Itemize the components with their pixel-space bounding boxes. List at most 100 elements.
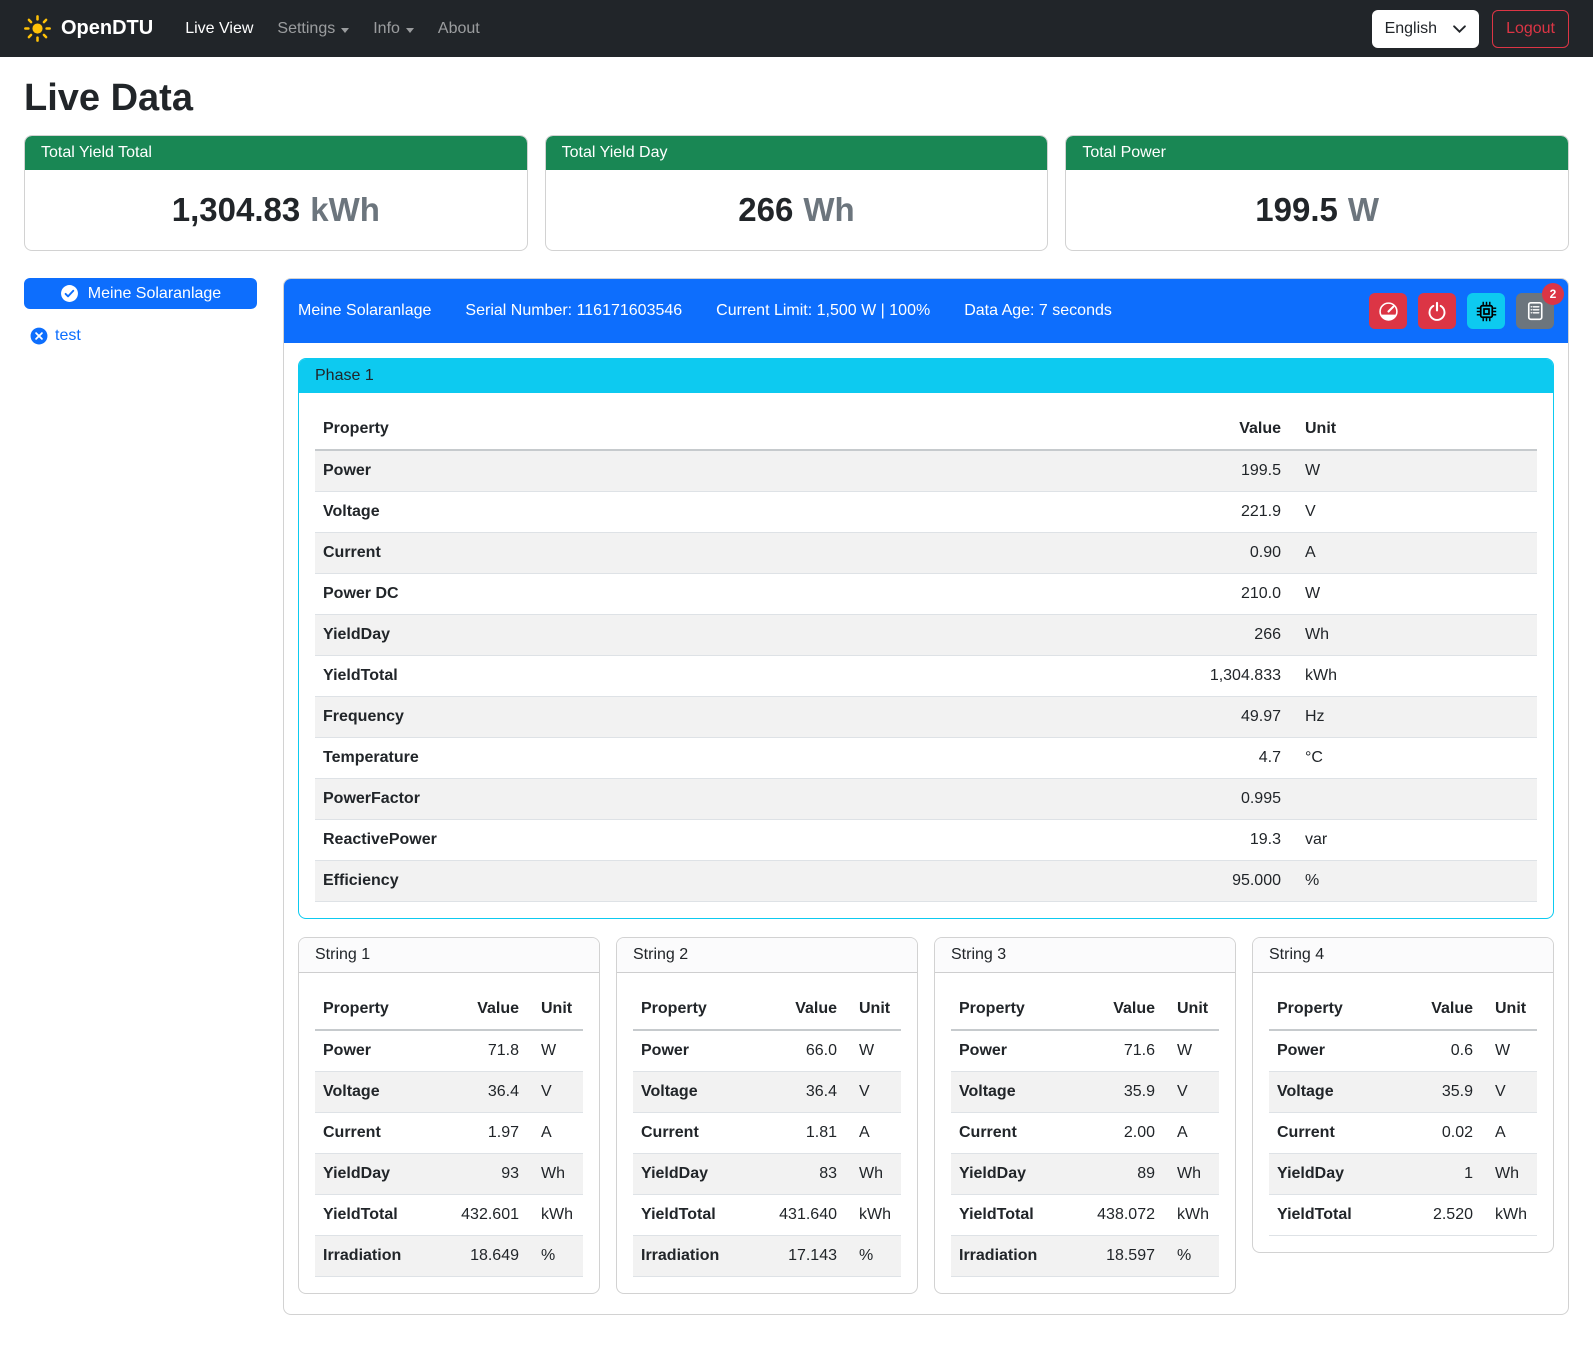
unit-cell: kWh [533, 1195, 583, 1236]
summary-value: 266 [738, 191, 793, 229]
unit-cell: V [1297, 492, 1537, 533]
table-row: Power199.5W [315, 450, 1537, 492]
table-row: PowerFactor0.995 [315, 779, 1537, 820]
value-cell: 2.00 [1069, 1113, 1169, 1154]
column-header: Value [751, 989, 851, 1030]
inverter-data-age: Data Age: 7 seconds [964, 302, 1112, 320]
value-cell: 2.520 [1397, 1195, 1487, 1236]
value-cell: 0.995 [1167, 779, 1297, 820]
property-cell: Frequency [315, 697, 1167, 738]
limit-settings-button[interactable] [1369, 293, 1407, 329]
cpu-chip-icon [1476, 301, 1497, 322]
property-cell: YieldDay [315, 615, 1167, 656]
column-header: Value [1069, 989, 1169, 1030]
value-cell: 93 [433, 1154, 533, 1195]
table-row: YieldDay1Wh [1269, 1154, 1537, 1195]
table-row: Voltage35.9V [951, 1072, 1219, 1113]
inverter-select-test[interactable]: test [24, 326, 87, 346]
card-body: 1,304.83 kWh [25, 170, 527, 250]
header-row: PropertyValueUnit [315, 409, 1537, 450]
value-cell: 0.90 [1167, 533, 1297, 574]
value-cell: 71.6 [1069, 1030, 1169, 1072]
value-cell: 71.8 [433, 1030, 533, 1072]
table-row: Power66.0W [633, 1030, 901, 1072]
property-cell: Voltage [315, 492, 1167, 533]
unit-cell: A [851, 1113, 901, 1154]
table-row: Current0.90A [315, 533, 1537, 574]
unit-cell: kWh [851, 1195, 901, 1236]
nav-item-settings[interactable]: Settings [265, 12, 361, 46]
table-row: Efficiency95.000% [315, 861, 1537, 902]
value-cell: 431.640 [751, 1195, 851, 1236]
value-cell: 0.6 [1397, 1030, 1487, 1072]
speedometer-icon [1378, 301, 1399, 322]
value-cell: 35.9 [1069, 1072, 1169, 1113]
logout-button[interactable]: Logout [1492, 10, 1569, 48]
value-cell: 1.81 [751, 1113, 851, 1154]
table-row: Voltage36.4V [315, 1072, 583, 1113]
property-cell: YieldTotal [951, 1195, 1069, 1236]
unit-cell: % [533, 1236, 583, 1277]
restart-device-button[interactable] [1467, 293, 1505, 329]
unit-cell: A [533, 1113, 583, 1154]
property-cell: Current [315, 533, 1167, 574]
table-row: Voltage221.9V [315, 492, 1537, 533]
property-cell: Power [315, 1030, 433, 1072]
value-cell: 83 [751, 1154, 851, 1195]
card-total-yield-total: Total Yield Total 1,304.83 kWh [24, 135, 528, 251]
table-row: ReactivePower19.3var [315, 820, 1537, 861]
dropdown-caret-icon [341, 28, 349, 33]
property-cell: YieldDay [951, 1154, 1069, 1195]
power-toggle-button[interactable] [1418, 293, 1456, 329]
unit-cell: kWh [1487, 1195, 1537, 1236]
string-2-table: PropertyValueUnit Power66.0WVoltage36.4V… [633, 989, 901, 1277]
language-select[interactable]: English [1372, 10, 1479, 48]
property-cell: YieldTotal [315, 656, 1167, 697]
table-row: Current1.97A [315, 1113, 583, 1154]
table-row: Power DC210.0W [315, 574, 1537, 615]
unit-cell: W [1297, 450, 1537, 492]
nav-item-info[interactable]: Info [361, 12, 426, 46]
column-header: Property [315, 989, 433, 1030]
inverter-actions: 2 [1369, 293, 1554, 329]
event-log-button[interactable]: 2 [1516, 293, 1554, 329]
table-row: Current0.02A [1269, 1113, 1537, 1154]
value-cell: 199.5 [1167, 450, 1297, 492]
table-row: Power71.8W [315, 1030, 583, 1072]
brand[interactable]: OpenDTU [24, 15, 153, 42]
unit-cell: Wh [1297, 615, 1537, 656]
table-row: Voltage36.4V [633, 1072, 901, 1113]
value-cell: 35.9 [1397, 1072, 1487, 1113]
main-row: Meine Solaranlage test Meine Solaranlage… [24, 278, 1569, 1343]
chevron-down-icon [1453, 25, 1466, 33]
property-cell: Voltage [1269, 1072, 1397, 1113]
unit-cell: W [1297, 574, 1537, 615]
event-count-badge: 2 [1542, 283, 1564, 305]
inverter-select-meine-solaranlage[interactable]: Meine Solaranlage [24, 278, 257, 309]
column-header: Property [951, 989, 1069, 1030]
property-cell: Current [315, 1113, 433, 1154]
property-cell: PowerFactor [315, 779, 1167, 820]
card-total-power: Total Power 199.5 W [1065, 135, 1569, 251]
unit-cell: % [1297, 861, 1537, 902]
card-title: Total Power [1066, 136, 1568, 170]
table-row: YieldDay83Wh [633, 1154, 901, 1195]
nav-item-about[interactable]: About [426, 12, 492, 46]
unit-cell: V [1169, 1072, 1219, 1113]
value-cell: 432.601 [433, 1195, 533, 1236]
nav-item-live-view[interactable]: Live View [173, 12, 265, 46]
unit-cell: °C [1297, 738, 1537, 779]
unit-cell: Hz [1297, 697, 1537, 738]
string-title: String 1 [299, 938, 599, 973]
table-row: YieldDay89Wh [951, 1154, 1219, 1195]
string-4-card: String 4 PropertyValueUnit Power0.6WVolt… [1252, 937, 1554, 1253]
header-row: PropertyValueUnit [633, 989, 901, 1030]
unit-cell: A [1169, 1113, 1219, 1154]
card-body: 199.5 W [1066, 170, 1568, 250]
property-cell: Power [951, 1030, 1069, 1072]
property-cell: YieldDay [315, 1154, 433, 1195]
value-cell: 266 [1167, 615, 1297, 656]
table-row: YieldTotal1,304.833kWh [315, 656, 1537, 697]
header-row: PropertyValueUnit [951, 989, 1219, 1030]
property-cell: Voltage [315, 1072, 433, 1113]
